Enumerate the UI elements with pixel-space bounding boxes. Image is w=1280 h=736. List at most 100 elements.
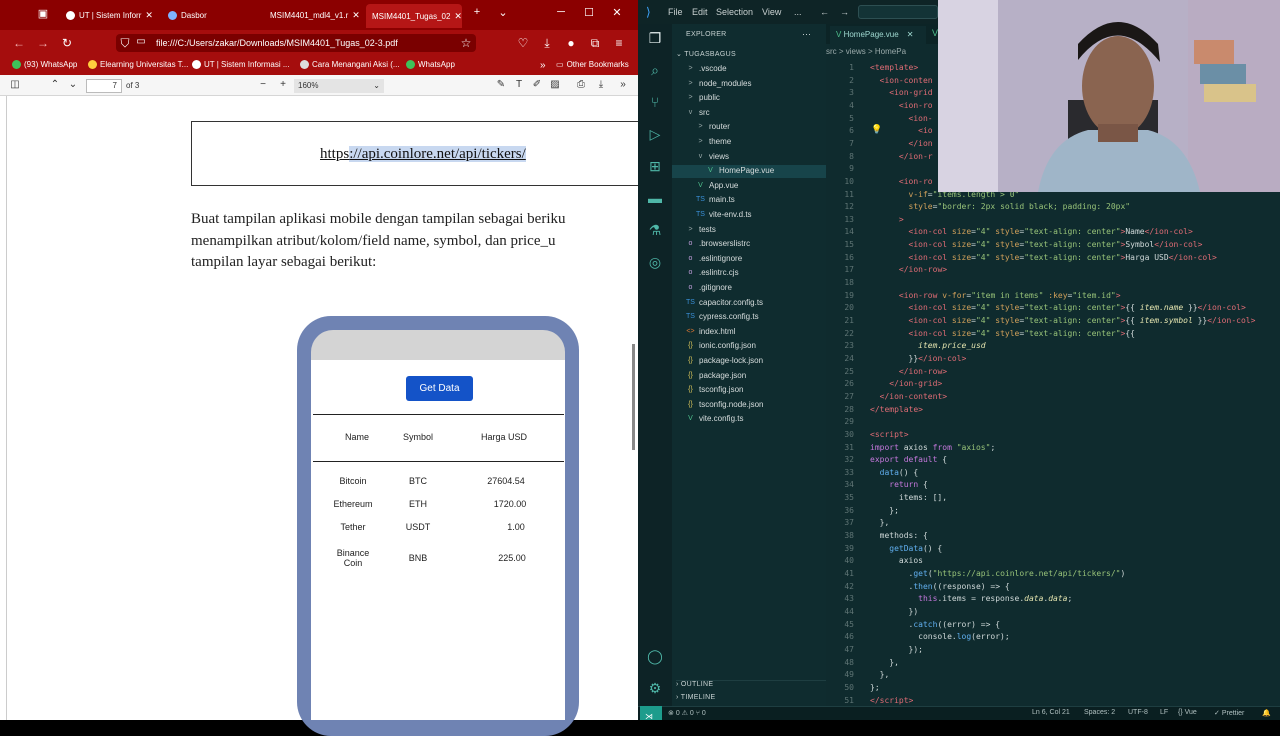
code-line[interactable]: </template> xyxy=(870,405,923,414)
explorer-icon[interactable]: ❐ xyxy=(646,30,664,48)
code-line[interactable]: getData() { xyxy=(870,544,942,553)
code-line[interactable]: <template> xyxy=(870,63,918,72)
extensions-icon[interactable]: ⊞ xyxy=(646,158,664,176)
next-page-icon[interactable]: ⌄ xyxy=(66,79,80,90)
code-line[interactable]: .catch((error) => { xyxy=(870,620,1001,629)
remote-indicator[interactable]: ⋊ xyxy=(640,706,662,721)
highlight-icon[interactable]: ✎ xyxy=(494,79,508,90)
minimize-icon[interactable]: ─ xyxy=(552,6,570,18)
page-number-input[interactable]: 7 xyxy=(86,79,122,93)
code-line[interactable]: }}</ion-col> xyxy=(870,354,967,363)
more-actions-icon[interactable]: ⋯ xyxy=(802,29,811,40)
code-line[interactable]: }, xyxy=(870,670,890,679)
get-data-button[interactable]: Get Data xyxy=(406,376,473,401)
pdf-scrollbar[interactable] xyxy=(632,344,635,450)
code-line[interactable]: <ion-col size="4" style="text-align: cen… xyxy=(870,316,1256,325)
file-tree-item[interactable]: TS vite-env.d.ts xyxy=(696,210,752,219)
line-ending[interactable]: LF xyxy=(1160,709,1168,716)
sidebar-toggle-icon[interactable]: ◫ xyxy=(8,79,22,90)
file-tree-item[interactable]: TS capacitor.config.ts xyxy=(686,298,763,307)
tab-overview-icon[interactable]: ▣ xyxy=(34,7,52,20)
more-tools-icon[interactable]: » xyxy=(616,79,630,90)
browser-tab-active[interactable]: MSIM4401_Tugas_02 ✕ xyxy=(366,4,462,28)
code-line[interactable]: <script> xyxy=(870,430,909,439)
new-tab-icon[interactable]: + xyxy=(468,6,486,18)
code-line[interactable]: </ion xyxy=(870,139,933,148)
menu-selection[interactable]: Selection xyxy=(716,7,753,17)
problems-indicator[interactable]: ⊗ 0 ⚠ 0 ⑂ 0 xyxy=(668,709,706,717)
code-line[interactable]: <ion-ro xyxy=(870,101,933,110)
image-icon[interactable]: ▨ xyxy=(548,79,562,90)
testing-icon[interactable]: ⚗ xyxy=(646,222,664,240)
code-line[interactable]: .then((response) => { xyxy=(870,582,1010,591)
code-line[interactable]: return { xyxy=(870,480,928,489)
file-tree-item[interactable]: o .eslintignore xyxy=(686,254,743,263)
bookmark-item[interactable]: Cara Menangani Aksi (... xyxy=(300,60,400,69)
url-bar[interactable]: file:///C:/Users/zakar/Downloads/MSIM440… xyxy=(116,34,476,52)
save-icon[interactable]: ⤓ xyxy=(594,79,608,90)
source-control-icon[interactable]: ⑂ xyxy=(646,94,664,112)
text-icon[interactable]: T xyxy=(512,79,526,90)
bookmark-item[interactable]: (93) WhatsApp xyxy=(12,60,77,69)
code-line[interactable]: </script> xyxy=(870,696,913,705)
cursor-position[interactable]: Ln 6, Col 21 xyxy=(1032,709,1070,716)
code-line[interactable]: }; xyxy=(870,506,899,515)
code-line[interactable]: import axios from "axios"; xyxy=(870,443,995,452)
browser-tab[interactable]: Dasbor xyxy=(162,4,262,26)
code-line[interactable]: <io xyxy=(870,126,932,135)
code-line[interactable]: data() { xyxy=(870,468,919,477)
other-bookmarks[interactable]: ▭ Other Bookmarks xyxy=(556,60,629,69)
file-tree-item[interactable]: > node_modules xyxy=(686,79,751,88)
close-window-icon[interactable]: ✕ xyxy=(608,6,626,19)
language-mode[interactable]: {} Vue xyxy=(1178,709,1197,716)
code-line[interactable]: <ion-col size="4" style="text-align: cen… xyxy=(870,329,1135,338)
prettier-status[interactable]: ✓ Prettier xyxy=(1214,709,1244,717)
close-icon[interactable]: ✕ xyxy=(352,10,360,21)
file-tree-item[interactable]: V App.vue xyxy=(696,181,738,190)
search-icon[interactable]: ⌕ xyxy=(646,62,664,80)
code-line[interactable]: <ion-grid xyxy=(870,88,932,97)
file-tree-item[interactable]: {} package-lock.json xyxy=(686,356,763,365)
bookmark-item[interactable]: WhatsApp xyxy=(406,60,455,69)
close-icon[interactable]: ✕ xyxy=(145,10,153,21)
chevron-right-icon[interactable]: » xyxy=(540,60,546,71)
zoom-out-icon[interactable]: − xyxy=(256,79,270,90)
encoding[interactable]: UTF-8 xyxy=(1128,709,1148,716)
settings-gear-icon[interactable]: ⚙ xyxy=(646,680,664,698)
file-tree-item[interactable]: Vvite.config.ts xyxy=(686,414,743,423)
forward-icon[interactable]: → xyxy=(840,7,849,17)
pocket-icon[interactable]: ♡ xyxy=(516,36,530,50)
bookmark-item[interactable]: UT | Sistem Informasi ... xyxy=(192,60,290,69)
file-tree-item[interactable]: {} tsconfig.json xyxy=(686,385,743,394)
code-line[interactable]: <ion-row v-for="item in items" :key="ite… xyxy=(870,291,1121,300)
code-line[interactable]: </ion-row> xyxy=(870,265,947,274)
code-line[interactable]: }); xyxy=(870,645,923,654)
draw-icon[interactable]: ✐ xyxy=(530,79,544,90)
account-icon[interactable]: ◯ xyxy=(646,648,664,666)
command-center-search[interactable] xyxy=(858,5,938,19)
back-icon[interactable]: ← xyxy=(820,7,829,17)
back-icon[interactable]: ← xyxy=(12,36,26,50)
code-line[interactable]: console.log(error); xyxy=(870,632,1010,641)
menu-icon[interactable]: ≡ xyxy=(612,36,626,50)
extensions-icon[interactable]: ⧉ xyxy=(588,36,602,51)
file-tree-item[interactable]: > .vscode xyxy=(686,64,726,73)
code-line[interactable]: }, xyxy=(870,658,899,667)
timeline-panel[interactable]: › TIMELINE xyxy=(676,694,715,701)
file-tree-item[interactable]: o .browserslistrc xyxy=(686,239,751,248)
print-icon[interactable]: ⎙ xyxy=(574,79,588,90)
file-tree-item[interactable]: > router xyxy=(696,122,729,131)
menu-more[interactable]: ... xyxy=(794,7,802,17)
code-line[interactable]: <ion-col size="4" style="text-align: cen… xyxy=(870,227,1193,236)
forward-icon[interactable]: → xyxy=(36,36,50,50)
zoom-select[interactable]: 160% ⌄ xyxy=(294,79,384,93)
file-tree-item[interactable]: TS cypress.config.ts xyxy=(686,312,759,321)
menu-edit[interactable]: Edit xyxy=(692,7,708,17)
code-line[interactable]: item.price_usd xyxy=(870,341,985,350)
browser-tab[interactable]: MSIM4401_mdl4_v1.r ✕ xyxy=(264,4,362,26)
code-line[interactable]: axios xyxy=(870,556,923,565)
previous-page-icon[interactable]: ⌃ xyxy=(48,79,62,90)
code-line[interactable]: <ion-col size="4" style="text-align: cen… xyxy=(870,303,1246,312)
code-line[interactable]: <ion- xyxy=(870,114,933,123)
code-line[interactable]: this.items = response.data.data; xyxy=(870,594,1072,603)
